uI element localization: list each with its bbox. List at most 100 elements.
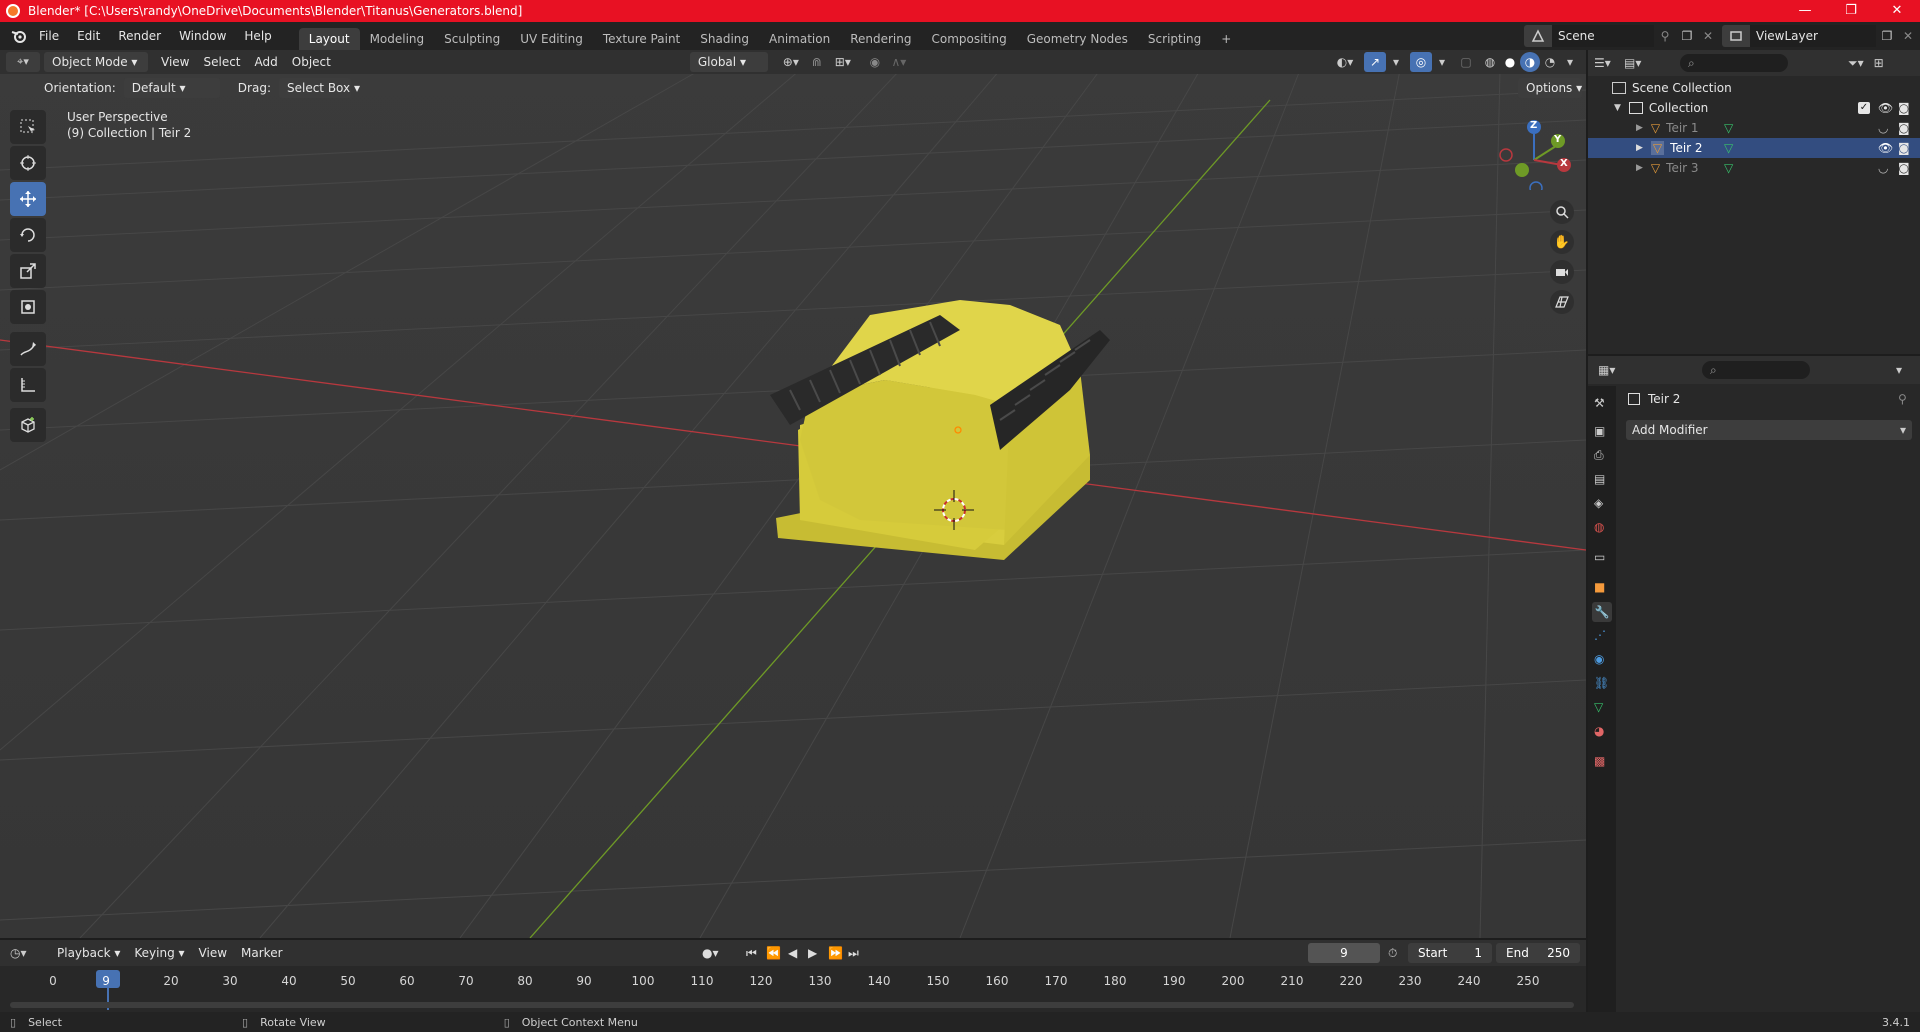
tab-texture-icon[interactable]: ▩ <box>1594 754 1605 768</box>
blender-menu-icon[interactable] <box>8 29 30 43</box>
editor-type-icon[interactable]: ⌖▾ <box>6 52 40 72</box>
outliner-editor-type-icon[interactable]: ☰▾ <box>1594 56 1624 70</box>
tab-geometry-nodes[interactable]: Geometry Nodes <box>1017 28 1138 50</box>
proportional-edit-icon[interactable]: ◉ <box>864 55 886 69</box>
add-cube-tool[interactable] <box>10 408 46 442</box>
menu-add[interactable]: Add <box>248 55 285 69</box>
tab-scripting[interactable]: Scripting <box>1138 28 1211 50</box>
annotate-tool[interactable] <box>10 332 46 366</box>
rotate-tool[interactable] <box>10 218 46 252</box>
tab-sculpting[interactable]: Sculpting <box>434 28 510 50</box>
expand-arrow-icon[interactable]: ▶ <box>1636 143 1643 153</box>
snap-target-icon[interactable]: ⊞▾ <box>828 55 858 69</box>
pivot-point-icon[interactable]: ⊕▾ <box>776 55 806 69</box>
tab-particles-icon[interactable]: ⋰ <box>1594 628 1606 642</box>
properties-search-input[interactable]: ⌕ <box>1702 361 1810 379</box>
tab-object-icon[interactable]: ■ <box>1594 580 1605 594</box>
object-render-icon[interactable]: ◙ <box>1898 141 1910 155</box>
add-modifier-dropdown[interactable]: Add Modifier ▾ <box>1626 420 1912 440</box>
outliner-row-teir-3[interactable]: ▶ ▽ Teir 3 ▽ ◡ ◙ <box>1588 158 1920 178</box>
navigation-gizmo[interactable]: Z Y X <box>1494 110 1574 195</box>
solid-shading-icon[interactable]: ● <box>1500 55 1520 69</box>
tab-shading[interactable]: Shading <box>690 28 759 50</box>
overlay-dropdown-icon[interactable]: ▾ <box>1434 55 1450 69</box>
collection-render-icon[interactable]: ◙ <box>1898 101 1910 115</box>
visibility-filter-icon[interactable]: ◐▾ <box>1330 55 1360 69</box>
menu-help[interactable]: Help <box>235 22 280 50</box>
tab-data-icon[interactable]: ▽ <box>1594 700 1603 714</box>
tab-scene-icon[interactable]: ◈ <box>1594 496 1603 510</box>
shading-dropdown-icon[interactable]: ▾ <box>1562 55 1578 69</box>
drag-dropdown[interactable]: Select Box ▾ <box>278 78 360 98</box>
scale-tool[interactable] <box>10 254 46 288</box>
material-preview-shading-icon[interactable]: ◑ <box>1520 52 1540 72</box>
collection-checkbox-icon[interactable]: ✓ <box>1858 102 1870 114</box>
mode-selector[interactable]: Object Mode ▾ <box>44 52 148 72</box>
properties-editor-type-icon[interactable]: ▦▾ <box>1598 363 1628 377</box>
menu-select[interactable]: Select <box>196 55 247 69</box>
cursor-tool[interactable] <box>10 146 46 180</box>
pin-properties-icon[interactable]: ⚲ <box>1898 392 1907 406</box>
falloff-icon[interactable]: ∧▾ <box>886 55 912 69</box>
add-workspace-button[interactable]: + <box>1211 28 1241 50</box>
rendered-shading-icon[interactable]: ◔ <box>1540 55 1560 69</box>
tab-constraints-icon[interactable]: ⛓ <box>1594 676 1609 690</box>
transform-tool[interactable] <box>10 290 46 324</box>
tab-view-layer-icon[interactable]: ▤ <box>1594 472 1605 486</box>
object-render-icon[interactable]: ◙ <box>1898 161 1910 175</box>
expand-arrow-icon[interactable]: ▶ <box>1636 123 1643 133</box>
pan-hand-icon[interactable]: ✋ <box>1550 230 1574 254</box>
options-dropdown[interactable]: Options ▾ <box>1518 78 1582 98</box>
tab-output-icon[interactable]: ⎙ <box>1594 448 1604 463</box>
transform-orientation-dropdown[interactable]: Global ▾ <box>689 52 768 72</box>
measure-tool[interactable] <box>10 368 46 402</box>
viewlayer-name-field[interactable]: ViewLayer <box>1750 25 1876 47</box>
expand-arrow-icon[interactable]: ▶ <box>1636 163 1643 173</box>
tab-physics-icon[interactable]: ◉ <box>1594 652 1604 666</box>
tab-modeling[interactable]: Modeling <box>360 28 435 50</box>
outliner-row-collection[interactable]: ▼ Collection ✓ 👁 ◙ <box>1588 98 1920 118</box>
new-viewlayer-icon[interactable]: ❐ <box>1876 29 1898 43</box>
tab-rendering[interactable]: Rendering <box>840 28 921 50</box>
outliner-row-teir-2[interactable]: ▶ ▽ Teir 2 ▽ 👁 ◙ <box>1588 138 1920 158</box>
gizmo-toggle-icon[interactable]: ↗ <box>1364 52 1386 72</box>
pin-scene-icon[interactable]: ⚲ <box>1654 29 1676 43</box>
xray-toggle-icon[interactable]: ▢ <box>1456 55 1476 69</box>
menu-window[interactable]: Window <box>170 22 235 50</box>
scene-name-field[interactable]: Scene <box>1552 25 1654 47</box>
zoom-icon[interactable] <box>1550 200 1574 224</box>
wireframe-shading-icon[interactable]: ◍ <box>1480 55 1500 69</box>
delete-scene-icon[interactable]: ✕ <box>1698 29 1718 43</box>
camera-view-icon[interactable] <box>1550 260 1574 284</box>
delete-viewlayer-icon[interactable]: ✕ <box>1898 29 1918 43</box>
filter-icon[interactable]: ⏷▾ <box>1848 56 1864 71</box>
tab-animation[interactable]: Animation <box>759 28 840 50</box>
properties-options-icon[interactable]: ▾ <box>1896 363 1902 377</box>
select-box-tool[interactable] <box>10 110 46 144</box>
tab-modifiers-icon[interactable]: 🔧 <box>1592 602 1612 622</box>
tab-material-icon[interactable]: ◕ <box>1594 724 1604 738</box>
collection-visibility-icon[interactable]: 👁 <box>1878 101 1893 115</box>
gizmo-dropdown-icon[interactable]: ▾ <box>1388 55 1404 69</box>
3d-viewport[interactable]: User Perspective (9) Collection | Teir 2… <box>0 50 1586 938</box>
outliner-row-scene-collection[interactable]: Scene Collection <box>1588 78 1920 98</box>
display-mode-icon[interactable]: ▤▾ <box>1624 56 1654 70</box>
close-button[interactable]: ✕ <box>1874 0 1920 22</box>
outliner-row-teir-1[interactable]: ▶ ▽ Teir 1 ▽ ◡ ◙ <box>1588 118 1920 138</box>
object-render-icon[interactable]: ◙ <box>1898 121 1910 135</box>
viewlayer-selector-icon[interactable] <box>1722 25 1750 47</box>
tab-render-icon[interactable]: ▣ <box>1594 424 1605 438</box>
collapse-arrow-icon[interactable]: ▼ <box>1614 103 1621 113</box>
tab-world-icon[interactable]: ◍ <box>1594 520 1604 534</box>
outliner-search-input[interactable]: ⌕ <box>1680 54 1788 72</box>
orientation-dropdown[interactable]: Default ▾ <box>123 78 220 98</box>
overlay-toggle-icon[interactable]: ◎ <box>1410 52 1432 72</box>
toggle-ortho-grid-icon[interactable] <box>1550 290 1574 314</box>
menu-render[interactable]: Render <box>109 22 170 50</box>
restore-button[interactable]: ❐ <box>1828 0 1874 22</box>
tab-compositing[interactable]: Compositing <box>921 28 1016 50</box>
tab-layout[interactable]: Layout <box>298 28 360 50</box>
object-hidden-icon[interactable]: ◡ <box>1878 161 1888 175</box>
tab-texture-paint[interactable]: Texture Paint <box>593 28 690 50</box>
tab-tool-icon[interactable]: ⚒ <box>1594 396 1605 410</box>
